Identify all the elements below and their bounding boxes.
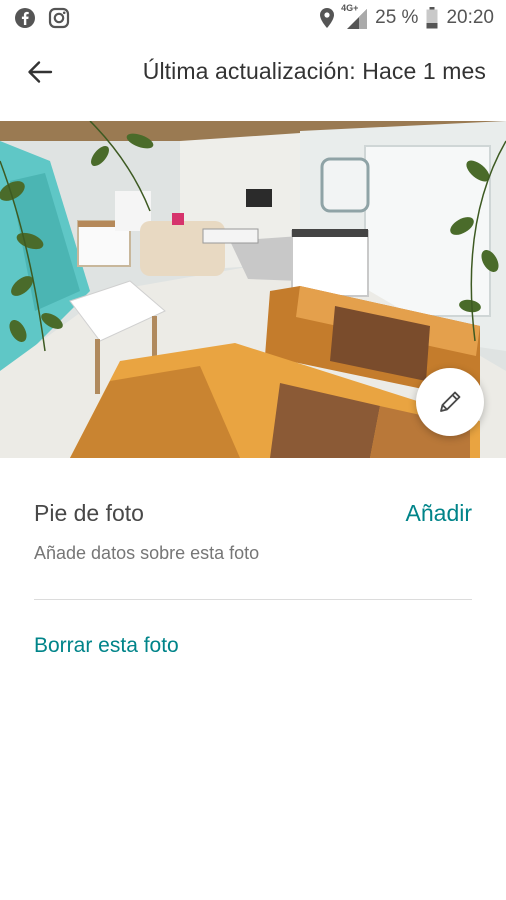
caption-row: Pie de foto Añadir [34, 500, 472, 527]
clock: 20:20 [446, 7, 494, 28]
caption-label: Pie de foto [34, 500, 144, 526]
caption-hint: Añade datos sobre esta foto [34, 543, 260, 563]
status-left [14, 7, 70, 29]
battery-icon [426, 7, 438, 29]
pencil-icon [435, 387, 465, 417]
status-right: 4G+ 25 % 20:20 [319, 3, 494, 29]
back-button[interactable] [12, 46, 68, 102]
delete-photo-link[interactable]: Borrar esta foto [34, 634, 179, 658]
battery-percent: 25 % [375, 7, 419, 28]
app-bar: Última actualización: Hace 1 mes [0, 36, 506, 112]
signal-icon: 4G+ [341, 3, 368, 29]
edit-photo-button[interactable] [416, 368, 484, 436]
facebook-icon [14, 7, 36, 29]
location-icon [319, 7, 335, 29]
listing-photo[interactable] [0, 121, 506, 458]
instagram-icon [48, 7, 70, 29]
page-title: Última actualización: Hace 1 mes [142, 58, 486, 84]
divider [34, 599, 472, 600]
add-caption-link[interactable]: Añadir [406, 500, 472, 527]
status-bar: 4G+ 25 % 20:20 [0, 0, 506, 36]
arrow-left-icon [26, 58, 54, 91]
